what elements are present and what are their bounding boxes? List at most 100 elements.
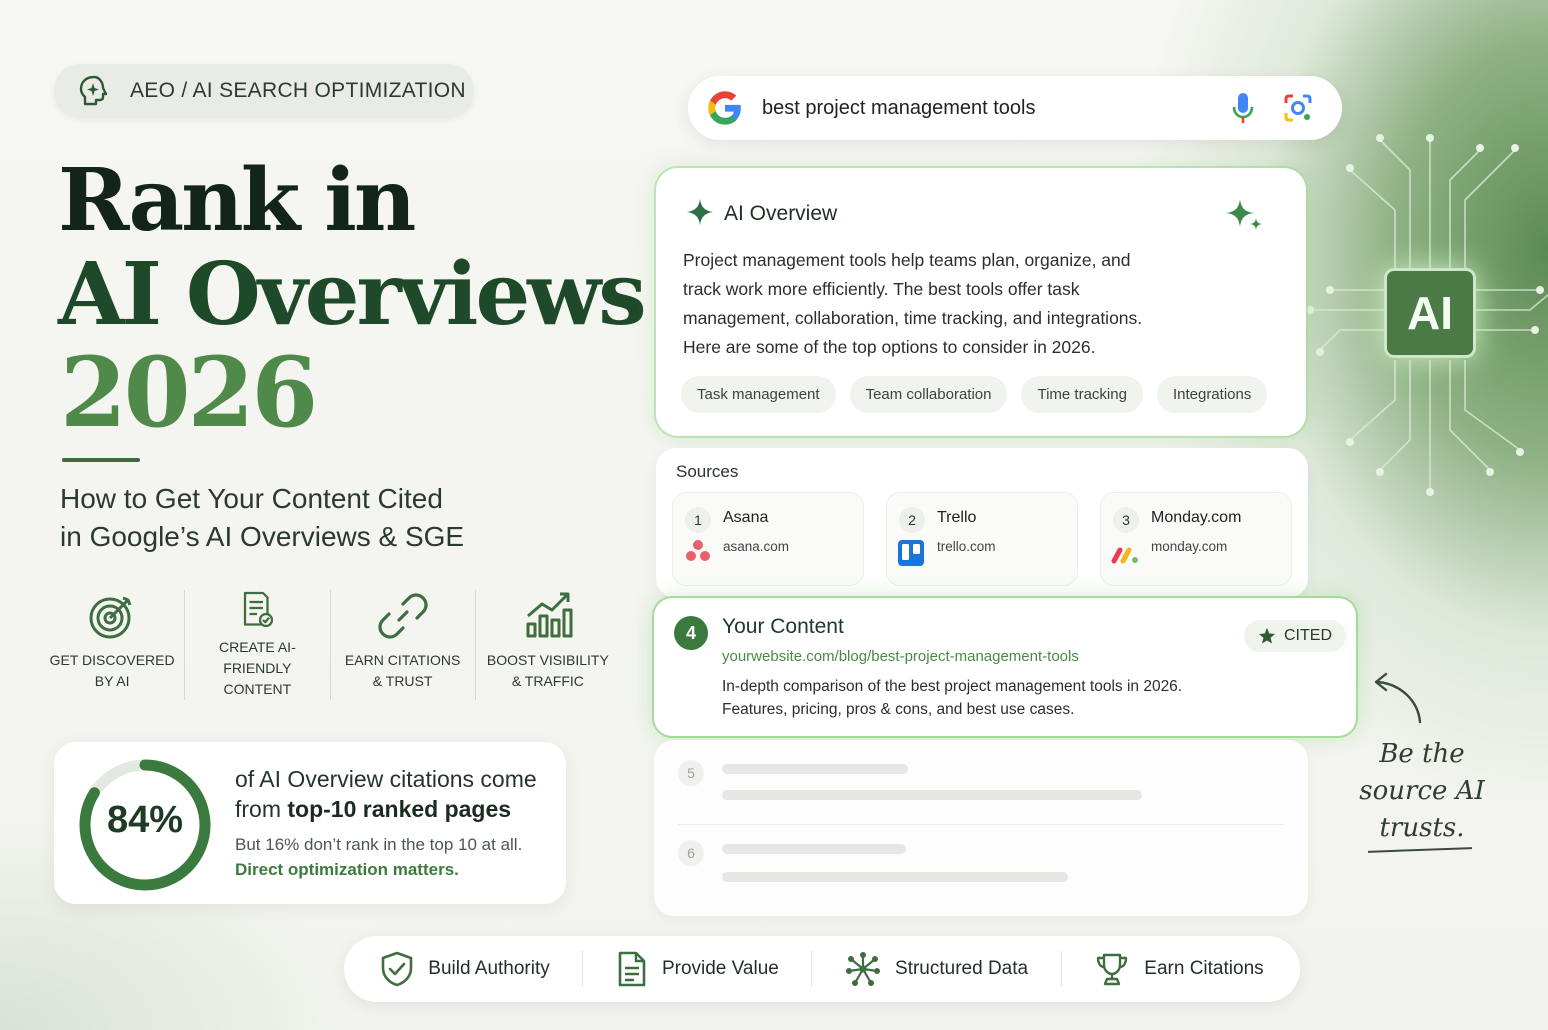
document-check-icon [244,591,274,628]
chip-team-collaboration[interactable]: Team collaboration [849,376,1008,413]
placeholder-number: 6 [678,840,704,866]
feature-label-line-2: BY AI [94,673,130,689]
ai-overview-card: AI Overview Project management tools hel… [656,168,1306,436]
pillar-structured-data: Structured Data [845,951,1028,987]
badge-text: AEO / AI SEARCH OPTIMIZATION [130,79,466,102]
monday-logo-icon [1111,547,1138,564]
curved-arrow-icon [1374,672,1422,724]
pillar-separator [811,951,813,987]
pillar-label: Earn Citations [1144,958,1264,979]
hero-line-1: Rank in [58,150,416,251]
growth-chart-icon [526,592,573,638]
bottom-pillars: Build Authority Provide Value Structured… [344,936,1300,1002]
chip-integrations[interactable]: Integrations [1156,376,1268,413]
pillar-separator [1060,951,1062,987]
note-line-3: trusts. [1379,813,1465,843]
row-divider [678,824,1284,825]
feature-earn-citations: EARN CITATIONS & TRUST [331,590,476,700]
feature-list: GET DISCOVERED BY AI CREATE AI-FRIENDLY CO… [40,590,620,700]
overview-body: Project management tools help teams plan… [683,246,1183,362]
topic-chips: Task management Team collaboration Time … [681,376,1268,413]
feature-get-discovered: GET DISCOVERED BY AI [40,590,186,700]
placeholder-results: 5 6 [654,740,1308,916]
placeholder-bar [722,764,908,774]
stat-card: 84% of AI Overview citations come from t… [54,742,566,904]
stat-percent: 84% [106,799,184,841]
stat-line-4: Direct optimization matters. [235,860,459,879]
result-url[interactable]: yourwebsite.com/blog/best-project-manage… [722,648,1079,665]
source-domain: monday.com [1151,539,1228,554]
stat-line-1: of AI Overview citations come [235,766,537,792]
shield-check-icon [381,951,413,987]
result-title[interactable]: Your Content [722,615,844,639]
feature-boost-visibility: BOOST VISIBILITY & TRAFFIC [476,590,620,700]
source-number: 2 [899,507,925,533]
placeholder-number: 5 [678,760,704,786]
source-item-asana[interactable]: 1 Asana asana.com [672,492,864,586]
feature-label-line-1: EARN CITATIONS [344,652,461,668]
chip-time-tracking[interactable]: Time tracking [1021,376,1143,413]
overview-body-line-4: Here are some of the top options to cons… [683,337,1096,357]
handwritten-note: Be the source AI trusts. [1352,736,1492,847]
result-number: 4 [674,616,708,650]
pillar-label: Structured Data [895,958,1029,979]
ai-chip-label: AI [1407,287,1453,339]
source-name: Trello [937,509,977,526]
camera-lens-icon[interactable] [1282,92,1314,124]
asana-logo-icon [686,540,710,561]
microphone-icon[interactable] [1230,91,1256,125]
source-name: Monday.com [1151,509,1242,526]
subtitle-line-2: in Google’s AI Overviews & SGE [60,521,465,552]
feature-create-content: CREATE AI-FRIENDLY CONTENT [185,590,331,700]
search-input[interactable] [762,96,1202,120]
overview-body-line-2: track work more efficiently. The best to… [683,279,1080,299]
sparkles-icon [1226,199,1262,230]
result-description: In-depth comparison of the best project … [722,675,1182,721]
pillar-build-authority: Build Authority [380,951,550,987]
stat-line-3: But 16% don’t rank in the top 10 at all. [235,835,523,854]
stat-line-2: from top-10 ranked pages [235,796,511,823]
pillar-label: Provide Value [661,958,779,979]
star-icon [1259,628,1275,644]
pillar-separator [582,951,584,987]
source-domain: asana.com [723,539,790,554]
subtitle-line-1: How to Get Your Content Cited [60,483,443,514]
overview-body-line-1: Project management tools help teams plan… [683,250,1131,270]
overview-body-line-3: management, collaboration, time tracking… [683,308,1143,328]
link-icon [378,593,428,639]
hero-year: 2026 [60,336,318,449]
result-description-line-2: Features, pricing, pros & cons, and best… [722,701,1075,718]
feature-label-line-1: BOOST VISIBILITY [486,652,609,668]
source-domain: trello.com [937,539,996,554]
sources-card: Sources 1 Asana asana.com 2 Trello trell… [656,448,1308,598]
source-item-monday[interactable]: 3 Monday.com monday.com [1100,492,1292,586]
cited-badge-label: CITED [1284,627,1332,644]
source-number: 3 [1113,507,1139,533]
feature-label-line-2: & TRUST [372,673,433,689]
title-divider [62,458,140,462]
sparkle-icon [687,199,713,225]
hero-line-2: AI Overviews [58,244,647,345]
source-number: 1 [685,507,711,533]
trophy-icon [1097,953,1128,986]
brain-spark-icon [79,75,108,106]
stat-line-2-bold: top-10 ranked pages [287,796,512,822]
placeholder-bar [722,844,906,854]
feature-label-line-2: & TRAFFIC [511,673,584,689]
source-item-trello[interactable]: 2 Trello trello.com [886,492,1078,586]
sources-title: Sources [676,462,739,481]
ai-chip: AI [1384,268,1476,358]
placeholder-bar [722,790,1142,800]
cited-badge: CITED [1244,620,1346,652]
target-icon [89,596,132,639]
network-icon [846,952,881,986]
hero-subtitle: How to Get Your Content Cited in Google’… [60,480,520,556]
your-content-result[interactable]: 4 Your Content yourwebsite.com/blog/best… [654,598,1356,736]
stat-line-2-prefix: from [235,796,288,822]
chip-task-management[interactable]: Task management [681,376,836,413]
search-bar [688,76,1342,140]
note-line-1: Be the [1379,739,1465,769]
source-name: Asana [723,509,769,526]
pillar-provide-value: Provide Value [616,951,779,987]
feature-label-line-1: CREATE AI-FRIENDLY [218,639,296,676]
